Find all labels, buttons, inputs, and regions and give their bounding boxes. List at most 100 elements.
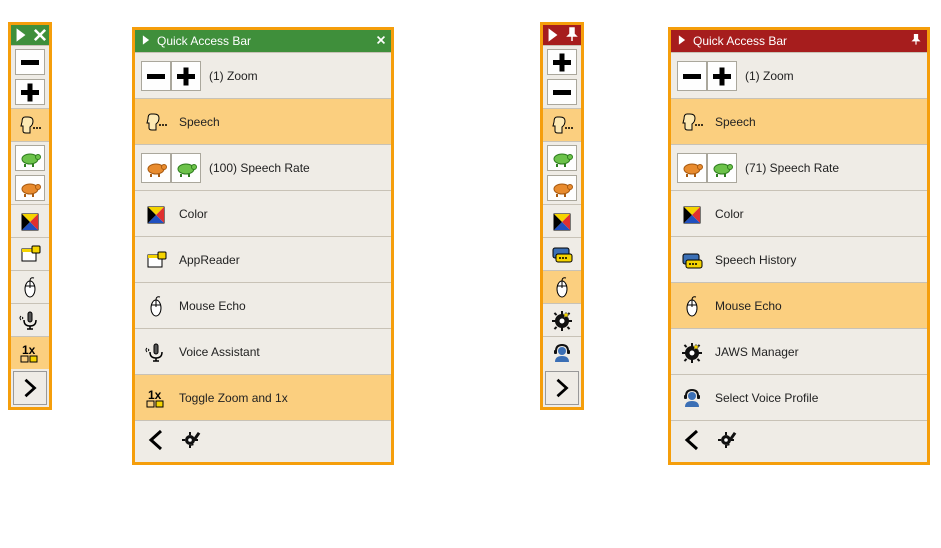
nav-next-button[interactable] xyxy=(545,371,579,405)
person-headset-icon[interactable] xyxy=(677,383,707,413)
panel-row-mouse-echo[interactable]: Mouse Echo xyxy=(135,282,391,328)
head-speaking-icon[interactable] xyxy=(677,107,707,137)
color-wheel-icon[interactable] xyxy=(15,208,45,234)
panel-row-toggle-zoom[interactable]: Toggle Zoom and 1x xyxy=(135,374,391,420)
vbar-header xyxy=(543,25,581,45)
mouse-icon[interactable] xyxy=(141,291,171,321)
panel-row-speech-history[interactable]: Speech History xyxy=(671,236,927,282)
color-wheel-icon[interactable] xyxy=(141,199,171,229)
appreader-icon[interactable] xyxy=(15,241,45,267)
panel-row-color[interactable]: Color xyxy=(135,190,391,236)
mouse-icon[interactable] xyxy=(15,274,45,300)
close-icon[interactable] xyxy=(375,34,387,49)
panel-row-voice-assistant[interactable]: Voice Assistant xyxy=(135,328,391,374)
turtle-green-icon[interactable] xyxy=(171,153,201,183)
panel-row-label: (100) Speech Rate xyxy=(209,161,310,175)
panel-row-speech[interactable]: Speech xyxy=(135,98,391,144)
vbar-item-zoom[interactable] xyxy=(11,45,49,108)
nav-next-button[interactable] xyxy=(13,371,47,405)
panel-row-zoom[interactable]: (1) Zoom xyxy=(135,52,391,98)
turtle-orange-icon[interactable] xyxy=(15,175,45,201)
head-speaking-icon[interactable] xyxy=(15,112,45,138)
mic-icon[interactable] xyxy=(141,337,171,367)
panel-row-label: Color xyxy=(179,207,208,221)
minus-icon[interactable] xyxy=(141,61,171,91)
vbar-item-zoom[interactable] xyxy=(543,45,581,108)
panel-row-label: (1) Zoom xyxy=(209,69,258,83)
gear-star-icon[interactable] xyxy=(547,307,577,333)
expand-arrow-icon[interactable] xyxy=(11,25,31,45)
vbar-item-appreader[interactable] xyxy=(11,237,49,270)
nav-back-button[interactable] xyxy=(681,429,703,454)
quick-access-vertical-bar-left xyxy=(8,22,52,410)
panel-row-mouse-echo[interactable]: Mouse Echo xyxy=(671,282,927,328)
turtle-orange-icon[interactable] xyxy=(141,153,171,183)
mic-icon[interactable] xyxy=(15,307,45,333)
one-x-icon[interactable] xyxy=(141,383,171,413)
appreader-icon[interactable] xyxy=(141,245,171,275)
vbar-item-voice-assistant[interactable] xyxy=(11,303,49,336)
vbar-item-color[interactable] xyxy=(11,204,49,237)
panel-row-label: (1) Zoom xyxy=(745,69,794,83)
speech-history-icon[interactable] xyxy=(677,245,707,275)
color-wheel-icon[interactable] xyxy=(677,199,707,229)
panel-row-label: Voice Assistant xyxy=(179,345,260,359)
minus-icon[interactable] xyxy=(15,49,45,75)
close-icon[interactable] xyxy=(31,25,49,45)
quick-access-vertical-bar-right xyxy=(540,22,584,410)
panel-row-label: Color xyxy=(715,207,744,221)
panel-header: Quick Access Bar xyxy=(671,30,927,52)
panel-row-appreader[interactable]: AppReader xyxy=(135,236,391,282)
color-wheel-icon[interactable] xyxy=(547,208,577,234)
vbar-item-mouse-echo[interactable] xyxy=(543,270,581,303)
vbar-item-speech[interactable] xyxy=(543,108,581,141)
panel-row-speech-rate[interactable]: (71) Speech Rate xyxy=(671,144,927,190)
minus-icon[interactable] xyxy=(547,79,577,105)
plus-icon[interactable] xyxy=(171,61,201,91)
speech-history-icon[interactable] xyxy=(547,241,577,267)
head-speaking-icon[interactable] xyxy=(547,112,577,138)
panel-row-label: Speech xyxy=(179,115,220,129)
vbar-item-voice-profile[interactable] xyxy=(543,336,581,369)
panel-title: Quick Access Bar xyxy=(693,34,909,48)
mouse-icon[interactable] xyxy=(677,291,707,321)
customize-icon[interactable] xyxy=(181,429,203,454)
customize-icon[interactable] xyxy=(717,429,739,454)
vbar-item-speech-rate[interactable] xyxy=(11,141,49,204)
nav-back-button[interactable] xyxy=(145,429,167,454)
panel-row-label: JAWS Manager xyxy=(715,345,799,359)
plus-icon[interactable] xyxy=(15,79,45,105)
turtle-green-icon[interactable] xyxy=(15,145,45,171)
gear-star-icon[interactable] xyxy=(677,337,707,367)
person-headset-icon[interactable] xyxy=(547,340,577,366)
panel-nav xyxy=(671,420,927,462)
panel-row-voice-profile[interactable]: Select Voice Profile xyxy=(671,374,927,420)
vbar-item-speech-rate[interactable] xyxy=(543,141,581,204)
vbar-item-speech[interactable] xyxy=(11,108,49,141)
minus-icon[interactable] xyxy=(677,61,707,91)
turtle-orange-icon[interactable] xyxy=(547,175,577,201)
vbar-item-mouse-echo[interactable] xyxy=(11,270,49,303)
panel-row-label: (71) Speech Rate xyxy=(745,161,839,175)
turtle-green-icon[interactable] xyxy=(547,145,577,171)
vbar-item-jaws-manager[interactable] xyxy=(543,303,581,336)
panel-row-jaws-manager[interactable]: JAWS Manager xyxy=(671,328,927,374)
turtle-orange-icon[interactable] xyxy=(677,153,707,183)
plus-icon[interactable] xyxy=(547,49,577,75)
expand-arrow-icon[interactable] xyxy=(543,25,563,45)
panel-row-label: Mouse Echo xyxy=(715,299,782,313)
panel-row-zoom[interactable]: (1) Zoom xyxy=(671,52,927,98)
vbar-item-color[interactable] xyxy=(543,204,581,237)
vbar-item-toggle-zoom[interactable] xyxy=(11,336,49,369)
pin-icon[interactable] xyxy=(909,33,923,50)
mouse-icon[interactable] xyxy=(547,274,577,300)
panel-row-color[interactable]: Color xyxy=(671,190,927,236)
one-x-icon[interactable] xyxy=(15,340,45,366)
pin-icon[interactable] xyxy=(563,25,581,45)
turtle-green-icon[interactable] xyxy=(707,153,737,183)
panel-row-speech[interactable]: Speech xyxy=(671,98,927,144)
panel-row-speech-rate[interactable]: (100) Speech Rate xyxy=(135,144,391,190)
plus-icon[interactable] xyxy=(707,61,737,91)
vbar-item-speech-history[interactable] xyxy=(543,237,581,270)
head-speaking-icon[interactable] xyxy=(141,107,171,137)
